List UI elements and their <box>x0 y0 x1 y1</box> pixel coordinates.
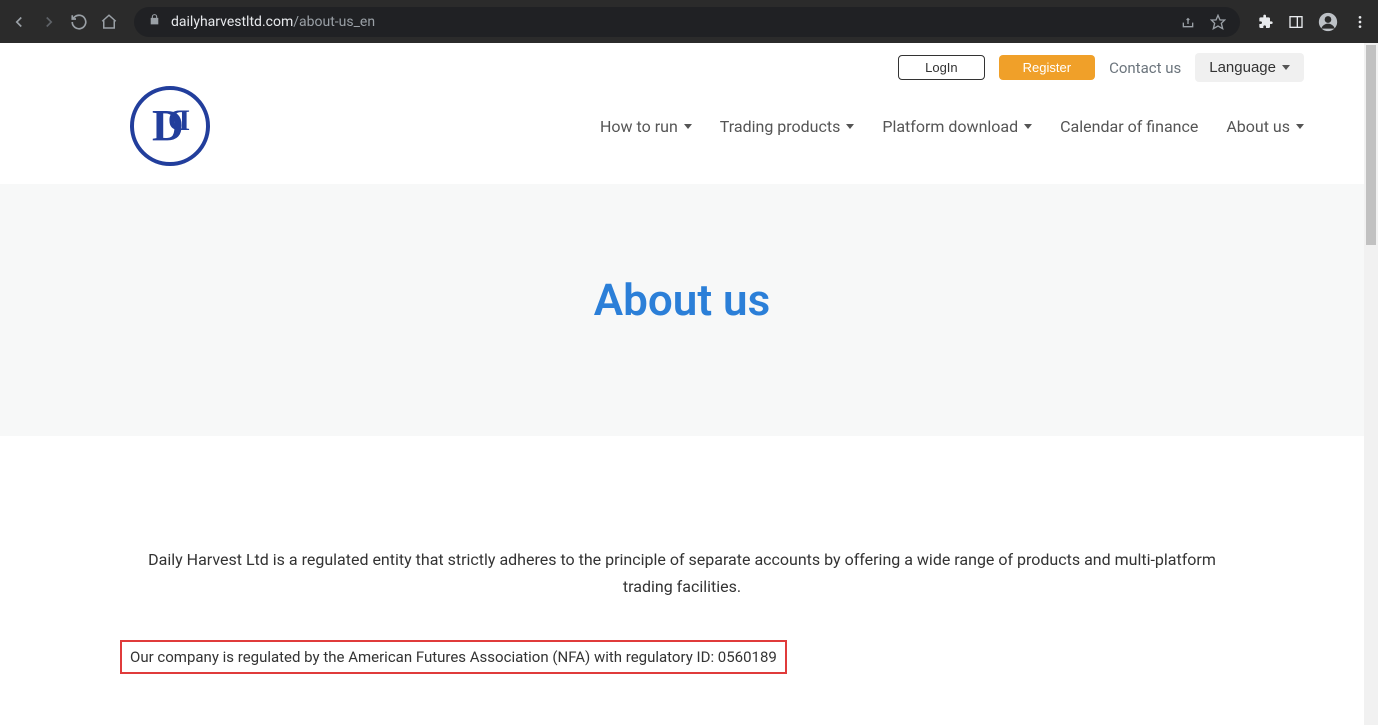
home-button[interactable] <box>100 13 118 31</box>
language-label: Language <box>1209 59 1276 76</box>
browser-toolbar: dailyharvestltd.com/about-us_en <box>0 0 1378 43</box>
nav-item-label: Trading products <box>720 117 841 136</box>
share-icon[interactable] <box>1180 14 1196 30</box>
page-content: LogIn Register Contact us Language How t… <box>0 43 1364 704</box>
login-button[interactable]: LogIn <box>898 55 985 80</box>
highlight-section: Our company is regulated by the American… <box>0 640 1364 704</box>
menu-icon[interactable] <box>1352 14 1368 30</box>
nav-item-label: How to run <box>600 117 678 136</box>
chrome-right-icons <box>1258 12 1368 32</box>
nav-platform-download[interactable]: Platform download <box>882 117 1032 136</box>
hero-section: About us <box>0 184 1364 436</box>
language-dropdown[interactable]: Language <box>1195 53 1304 82</box>
chevron-down-icon <box>846 124 854 129</box>
chevron-down-icon <box>1282 65 1290 70</box>
nav-calendar[interactable]: Calendar of finance <box>1060 117 1198 136</box>
intro-paragraph: Daily Harvest Ltd is a regulated entity … <box>140 546 1224 600</box>
site-logo[interactable] <box>130 86 210 166</box>
viewport: LogIn Register Contact us Language How t… <box>0 43 1378 725</box>
star-icon[interactable] <box>1210 14 1226 30</box>
intro-section: Daily Harvest Ltd is a regulated entity … <box>0 436 1364 640</box>
extensions-icon[interactable] <box>1258 14 1274 30</box>
lock-icon <box>148 13 161 30</box>
chevron-down-icon <box>684 124 692 129</box>
nav-about-us[interactable]: About us <box>1226 117 1304 136</box>
forward-button[interactable] <box>40 13 58 31</box>
header-row: How to run Trading products Platform dow… <box>0 82 1364 184</box>
url-path: /about-us_en <box>293 14 375 30</box>
address-bar[interactable]: dailyharvestltd.com/about-us_en <box>134 7 1240 37</box>
nav-item-label: Calendar of finance <box>1060 117 1198 136</box>
site-top-bar: LogIn Register Contact us Language <box>0 43 1364 82</box>
regulator-text: Our company is regulated by the American… <box>130 648 777 666</box>
nav-item-label: About us <box>1226 117 1290 136</box>
url-host: dailyharvestltd.com <box>171 14 293 30</box>
reload-button[interactable] <box>70 13 88 31</box>
nav-item-label: Platform download <box>882 117 1018 136</box>
url-text: dailyharvestltd.com/about-us_en <box>171 14 375 30</box>
scrollbar-track[interactable] <box>1364 43 1378 725</box>
scrollbar-thumb[interactable] <box>1366 45 1376 245</box>
register-button[interactable]: Register <box>999 55 1095 80</box>
page-title: About us <box>0 274 1364 326</box>
nav-arrows <box>10 13 118 31</box>
chevron-down-icon <box>1296 124 1304 129</box>
profile-icon[interactable] <box>1318 12 1338 32</box>
back-button[interactable] <box>10 13 28 31</box>
nav-trading-products[interactable]: Trading products <box>720 117 855 136</box>
contact-link[interactable]: Contact us <box>1109 59 1181 77</box>
nav-how-to-run[interactable]: How to run <box>600 117 692 136</box>
regulator-highlight: Our company is regulated by the American… <box>120 640 787 674</box>
chevron-down-icon <box>1024 124 1032 129</box>
panel-icon[interactable] <box>1288 14 1304 30</box>
main-nav: How to run Trading products Platform dow… <box>600 117 1304 136</box>
